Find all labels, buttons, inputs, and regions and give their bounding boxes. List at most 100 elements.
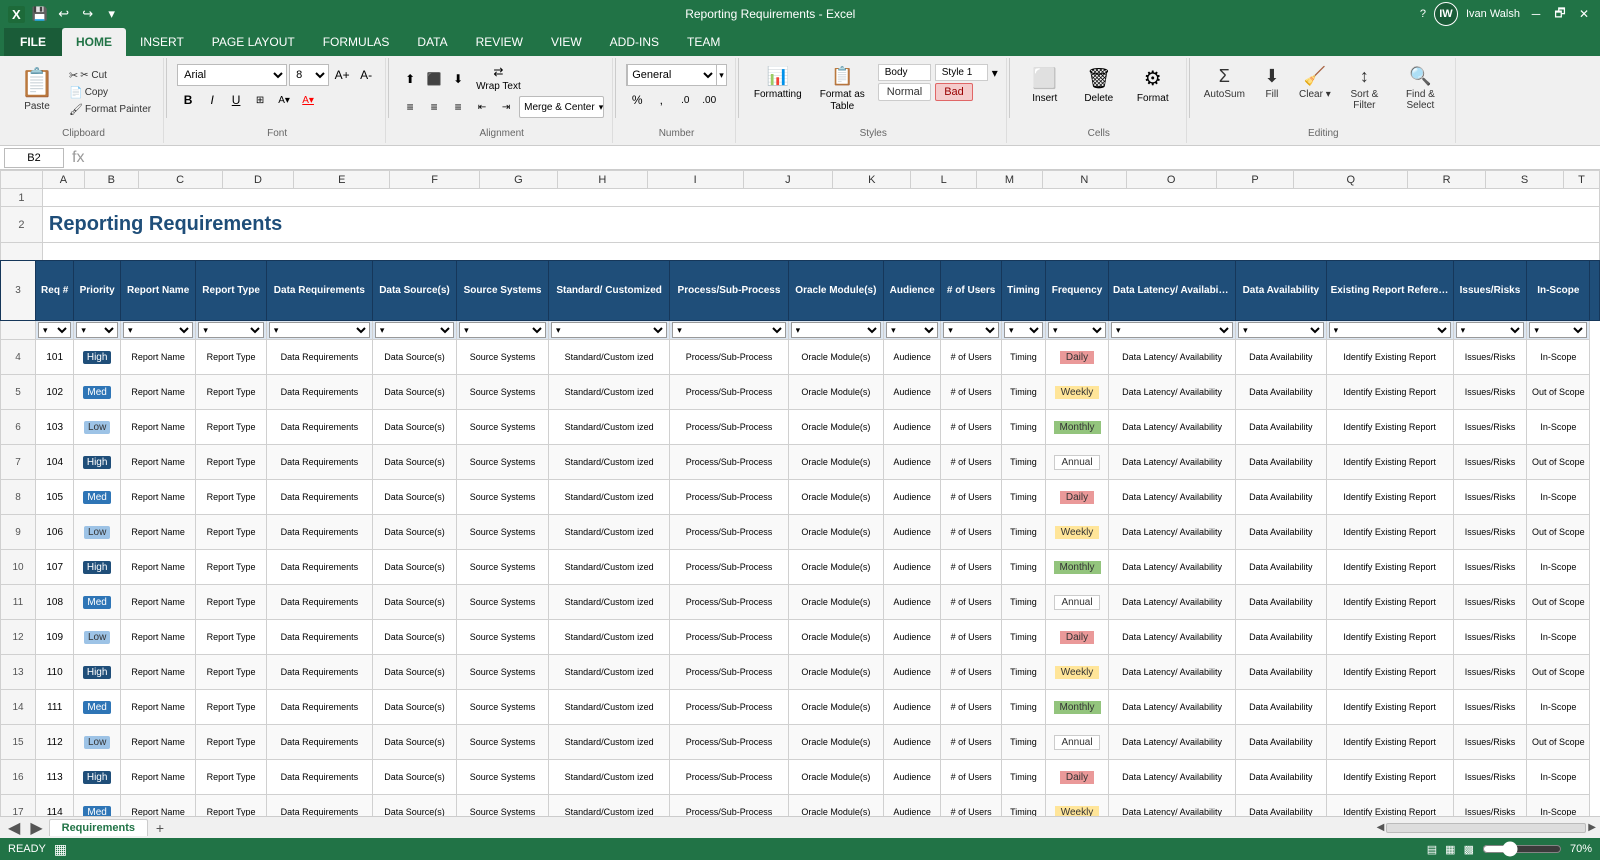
frequency-cell[interactable]: Weekly — [1045, 375, 1108, 410]
issues-cell[interactable]: Issues/Risks — [1453, 690, 1527, 725]
priority-cell[interactable]: Med — [74, 375, 121, 410]
dataReqs-cell[interactable]: Data Requirements — [266, 725, 372, 760]
col-n[interactable]: N — [1042, 171, 1126, 189]
dataReqs-cell[interactable]: Data Requirements — [266, 445, 372, 480]
audience-cell[interactable]: Audience — [884, 795, 941, 817]
dataSources-cell[interactable]: Data Source(s) — [372, 375, 456, 410]
col-e[interactable]: E — [294, 171, 390, 189]
latency-cell[interactable]: Data Latency/ Availability — [1109, 445, 1236, 480]
restore-button[interactable]: 🗗 — [1552, 6, 1568, 22]
frequency-cell[interactable]: Daily — [1045, 480, 1108, 515]
redo-icon[interactable]: ↪ — [79, 5, 97, 23]
oracle-cell[interactable]: Oracle Module(s) — [788, 340, 883, 375]
standardCustom-cell[interactable]: Standard/Custom ized — [549, 690, 670, 725]
reportType-cell[interactable]: Report Type — [196, 795, 267, 817]
standardCustom-cell[interactable]: Standard/Custom ized — [549, 655, 670, 690]
merge-center-dropdown-icon[interactable]: ▾ — [599, 102, 604, 113]
col-m[interactable]: M — [977, 171, 1043, 189]
timing-cell[interactable]: Timing — [1001, 515, 1045, 550]
existingReport-cell[interactable]: Identify Existing Report — [1326, 550, 1453, 585]
dataAvail-cell[interactable]: Data Availability — [1236, 480, 1327, 515]
process-cell[interactable]: Process/Sub-Process — [670, 690, 788, 725]
col-r[interactable]: R — [1408, 171, 1486, 189]
filter-select-5[interactable]: ▾ — [375, 322, 454, 338]
users-cell[interactable]: # of Users — [941, 690, 1002, 725]
process-cell[interactable]: Process/Sub-Process — [670, 585, 788, 620]
existingReport-cell[interactable]: Identify Existing Report — [1326, 795, 1453, 817]
issues-cell[interactable]: Issues/Risks — [1453, 375, 1527, 410]
styles-expand-icon[interactable]: ▾ — [992, 66, 998, 80]
bad-style-button[interactable]: Bad — [935, 83, 973, 101]
issues-cell[interactable]: Issues/Risks — [1453, 445, 1527, 480]
existingReport-cell[interactable]: Identify Existing Report — [1326, 620, 1453, 655]
delete-cells-button[interactable]: 🗑 Delete — [1074, 64, 1124, 106]
inScope-cell[interactable]: In-Scope — [1527, 410, 1590, 445]
number-format-select[interactable]: GeneralNumberCurrencyShort Date — [627, 64, 717, 86]
increase-indent-button[interactable]: ⇥ — [495, 96, 517, 118]
sourceSystems-cell[interactable]: Source Systems — [457, 375, 549, 410]
filter-select-6[interactable]: ▾ — [459, 322, 546, 338]
clear-button[interactable]: 🧹 Clear ▾ — [1295, 64, 1335, 102]
audience-cell[interactable]: Audience — [884, 375, 941, 410]
process-cell[interactable]: Process/Sub-Process — [670, 375, 788, 410]
issues-cell[interactable]: Issues/Risks — [1453, 515, 1527, 550]
priority-cell[interactable]: High — [74, 550, 121, 585]
priority-cell[interactable]: Med — [74, 690, 121, 725]
increase-decimal-button[interactable]: .00 — [698, 89, 720, 111]
reportType-cell[interactable]: Report Type — [196, 480, 267, 515]
dataAvail-cell[interactable]: Data Availability — [1236, 445, 1327, 480]
existingReport-cell[interactable]: Identify Existing Report — [1326, 725, 1453, 760]
oracle-cell[interactable]: Oracle Module(s) — [788, 480, 883, 515]
col-c[interactable]: C — [138, 171, 222, 189]
sheet-title-cell[interactable]: Reporting Requirements — [42, 207, 1599, 243]
dataSources-cell[interactable]: Data Source(s) — [372, 445, 456, 480]
frequency-cell[interactable]: Monthly — [1045, 410, 1108, 445]
priority-cell[interactable]: Low — [74, 725, 121, 760]
reportName-cell[interactable]: Report Name — [120, 760, 195, 795]
dataAvail-cell[interactable]: Data Availability — [1236, 375, 1327, 410]
standardCustom-cell[interactable]: Standard/Custom ized — [549, 795, 670, 817]
existingReport-cell[interactable]: Identify Existing Report — [1326, 515, 1453, 550]
users-cell[interactable]: # of Users — [941, 585, 1002, 620]
save-icon[interactable]: 💾 — [31, 5, 49, 23]
process-cell[interactable]: Process/Sub-Process — [670, 480, 788, 515]
existingReport-cell[interactable]: Identify Existing Report — [1326, 690, 1453, 725]
inScope-cell[interactable]: In-Scope — [1527, 620, 1590, 655]
standardCustom-cell[interactable]: Standard/Custom ized — [549, 445, 670, 480]
issues-cell[interactable]: Issues/Risks — [1453, 340, 1527, 375]
dataReqs-cell[interactable]: Data Requirements — [266, 760, 372, 795]
issues-cell[interactable]: Issues/Risks — [1453, 760, 1527, 795]
process-cell[interactable]: Process/Sub-Process — [670, 550, 788, 585]
scroll-right-icon[interactable]: ▶ — [1588, 822, 1596, 833]
align-top-button[interactable]: ⬆ — [399, 68, 421, 90]
req-num[interactable]: 101 — [36, 340, 74, 375]
process-cell[interactable]: Process/Sub-Process — [670, 410, 788, 445]
standardCustom-cell[interactable]: Standard/Custom ized — [549, 480, 670, 515]
standardCustom-cell[interactable]: Standard/Custom ized — [549, 340, 670, 375]
dataReqs-cell[interactable]: Data Requirements — [266, 410, 372, 445]
col-j[interactable]: J — [743, 171, 833, 189]
frequency-cell[interactable]: Annual — [1045, 445, 1108, 480]
timing-cell[interactable]: Timing — [1001, 375, 1045, 410]
sourceSystems-cell[interactable]: Source Systems — [457, 725, 549, 760]
normal-view-icon[interactable]: ▤ — [1427, 843, 1437, 856]
filter-select-17[interactable]: ▾ — [1456, 322, 1525, 338]
dataReqs-cell[interactable]: Data Requirements — [266, 550, 372, 585]
frequency-cell[interactable]: Daily — [1045, 620, 1108, 655]
reportName-cell[interactable]: Report Name — [120, 620, 195, 655]
font-color-button[interactable]: A▾ — [297, 89, 319, 111]
timing-cell[interactable]: Timing — [1001, 795, 1045, 817]
col-q[interactable]: Q — [1294, 171, 1408, 189]
dataReqs-cell[interactable]: Data Requirements — [266, 375, 372, 410]
oracle-cell[interactable]: Oracle Module(s) — [788, 585, 883, 620]
filter-select-7[interactable]: ▾ — [551, 322, 667, 338]
body-style-button[interactable]: Body — [878, 64, 931, 81]
zoom-slider[interactable] — [1482, 841, 1562, 857]
dataAvail-cell[interactable]: Data Availability — [1236, 550, 1327, 585]
col-i[interactable]: I — [647, 171, 743, 189]
priority-cell[interactable]: Med — [74, 480, 121, 515]
col-a[interactable]: A — [42, 171, 84, 189]
dataReqs-cell[interactable]: Data Requirements — [266, 795, 372, 817]
inScope-cell[interactable]: Out of Scope — [1527, 725, 1590, 760]
oracle-cell[interactable]: Oracle Module(s) — [788, 725, 883, 760]
